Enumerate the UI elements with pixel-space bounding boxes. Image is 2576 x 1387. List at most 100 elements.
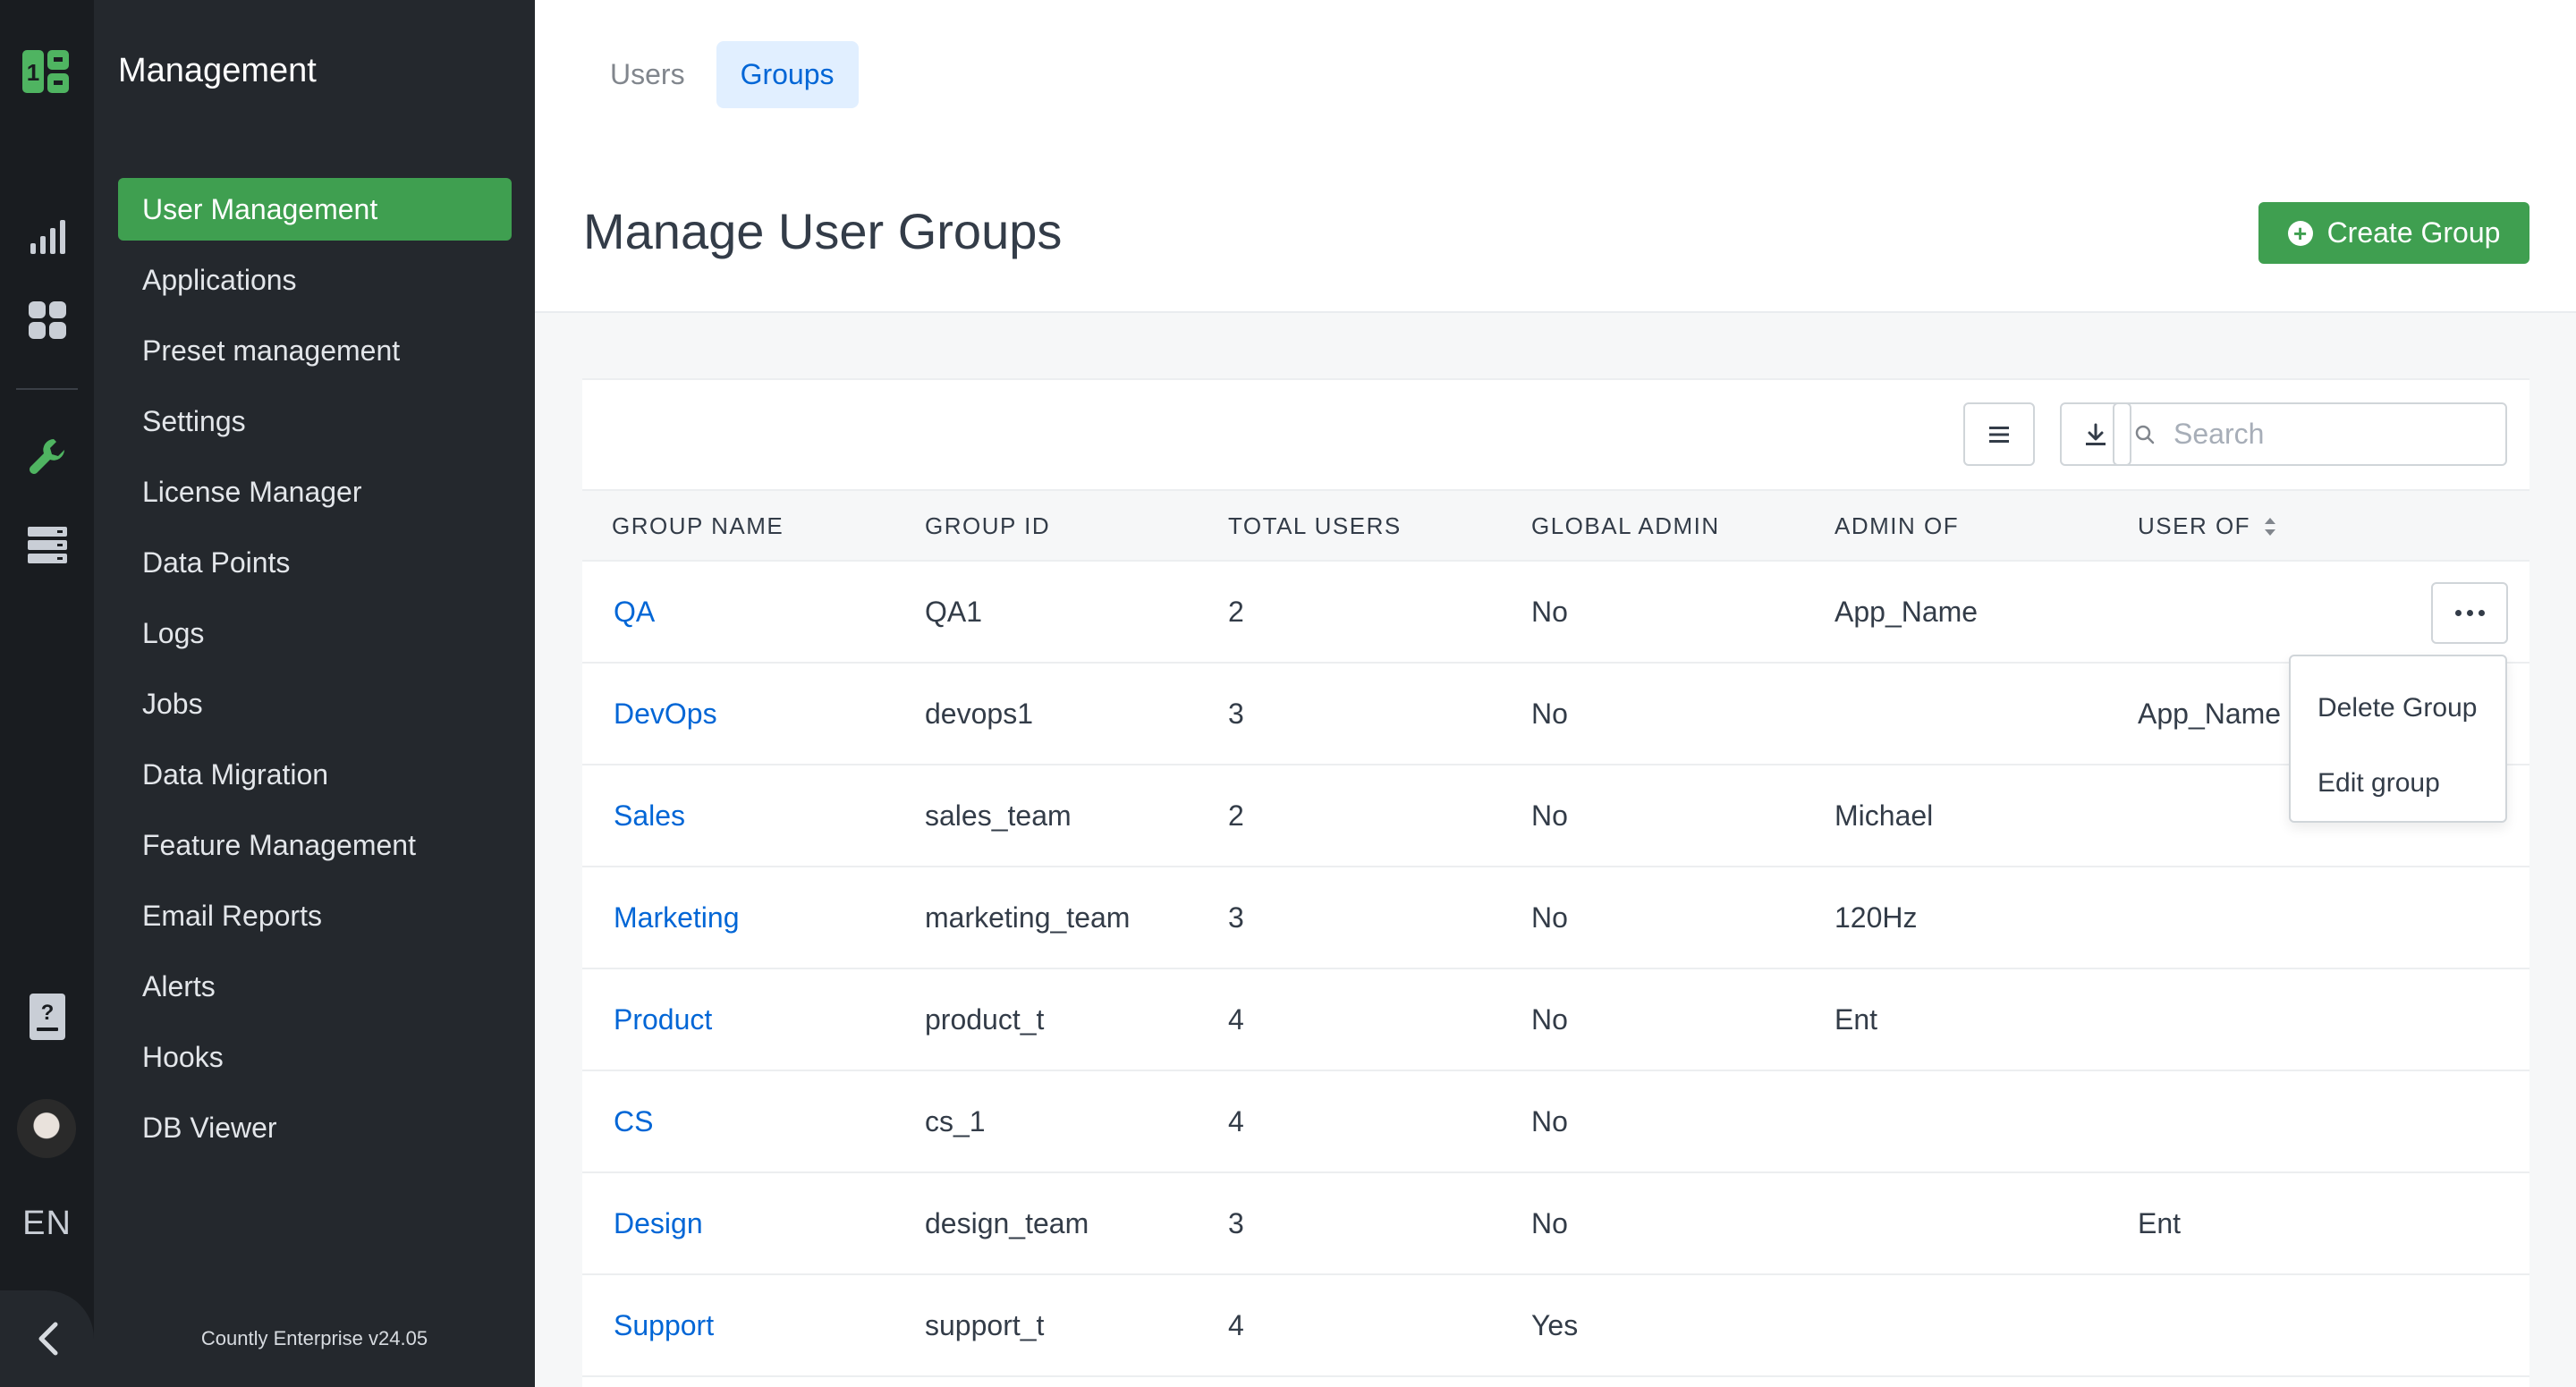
group-id-cell: product_t xyxy=(925,1002,1045,1036)
tab-users[interactable]: Users xyxy=(586,41,709,108)
search-input[interactable] xyxy=(2174,418,2496,451)
sidebar-item-applications[interactable]: Applications xyxy=(118,249,512,311)
page-title: Manage User Groups xyxy=(583,203,1063,259)
dashboards-icon[interactable] xyxy=(27,300,68,341)
sidebar-item-license-manager[interactable]: License Manager xyxy=(118,461,512,523)
plus-circle-icon: + xyxy=(2287,220,2313,246)
wrench-icon[interactable] xyxy=(27,436,68,478)
group-id-cell: devops1 xyxy=(925,697,1033,730)
edit-group-option[interactable]: Edit group xyxy=(2291,746,2505,821)
sidebar-item-logs[interactable]: Logs xyxy=(118,602,512,664)
total-users-cell: 2 xyxy=(1228,595,1244,628)
global-admin-cell: No xyxy=(1531,1104,1568,1138)
table-row: Sales sales_team 2 No Michael xyxy=(582,765,2529,867)
row-actions-button[interactable] xyxy=(2431,582,2508,644)
sidebar-item-user-management[interactable]: User Management xyxy=(118,178,512,241)
admin-of-cell: Michael xyxy=(1835,799,1934,832)
group-name-link[interactable]: Design xyxy=(614,1173,703,1273)
global-admin-cell: No xyxy=(1531,697,1568,730)
more-dot-icon xyxy=(2478,610,2485,616)
column-header-group-id[interactable]: GROUP ID xyxy=(925,491,1050,562)
sidebar-item-data-migration[interactable]: Data Migration xyxy=(118,743,512,806)
group-id-cell: support_t xyxy=(925,1308,1045,1341)
sidebar-item-jobs[interactable]: Jobs xyxy=(118,672,512,735)
global-admin-cell: No xyxy=(1531,595,1568,628)
table-row: Marketing marketing_team 3 No 120Hz xyxy=(582,867,2529,969)
column-header-user-of[interactable]: USER OF xyxy=(2138,491,2277,562)
analytics-icon[interactable] xyxy=(27,216,68,258)
group-name-link[interactable]: Marketing xyxy=(614,867,740,968)
table-row: Product product_t 4 No Ent xyxy=(582,969,2529,1071)
group-id-cell: cs_1 xyxy=(925,1104,986,1138)
help-document-icon[interactable]: ? xyxy=(27,994,68,1040)
group-name-link[interactable]: CS xyxy=(614,1071,653,1171)
collapse-sidebar-button[interactable] xyxy=(0,1290,94,1387)
group-name-link[interactable]: QA xyxy=(614,562,655,662)
more-dot-icon xyxy=(2466,610,2473,616)
search-icon xyxy=(2135,425,2155,444)
sidebar-title: Management xyxy=(118,52,317,89)
global-admin-cell: No xyxy=(1531,1206,1568,1239)
group-name-link[interactable]: Product xyxy=(614,969,712,1070)
hamburger-icon xyxy=(1989,426,2009,443)
total-users-cell: 4 xyxy=(1228,1104,1244,1138)
version-label: Countly Enterprise v24.05 xyxy=(200,1327,428,1349)
table-row: CS cs_1 4 No xyxy=(582,1071,2529,1173)
admin-of-cell: Ent xyxy=(1835,1002,1878,1036)
server-icon[interactable] xyxy=(27,524,68,565)
tab-groups[interactable]: Groups xyxy=(716,41,859,108)
column-menu-button[interactable] xyxy=(1963,402,2035,466)
group-name-link[interactable]: Support xyxy=(614,1275,714,1375)
table-toolbar xyxy=(582,380,2529,489)
column-header-user-of-label: USER OF xyxy=(2138,512,2251,539)
tab-bar: Users Groups xyxy=(586,41,859,108)
table-row: QA QA1 2 No App_Name xyxy=(582,562,2529,664)
sort-icon[interactable] xyxy=(2263,515,2277,538)
sidebar-item-db-viewer[interactable]: DB Viewer xyxy=(118,1096,512,1159)
table-row: Design design_team 3 No Ent xyxy=(582,1173,2529,1275)
group-id-cell: design_team xyxy=(925,1206,1089,1239)
total-users-cell: 4 xyxy=(1228,1002,1244,1036)
table-row: Support support_t 4 Yes xyxy=(582,1275,2529,1377)
column-header-total-users[interactable]: TOTAL USERS xyxy=(1228,491,1402,562)
delete-group-option[interactable]: Delete Group xyxy=(2291,671,2505,746)
user-of-cell: App_Name xyxy=(2138,697,2282,730)
column-header-global-admin[interactable]: GLOBAL ADMIN xyxy=(1531,491,1720,562)
group-name-link[interactable]: Sales xyxy=(614,765,685,866)
icon-rail: 1 ? EN xyxy=(0,0,94,1387)
download-icon xyxy=(2086,423,2106,445)
user-of-cell: Ent xyxy=(2138,1206,2182,1239)
global-admin-cell: No xyxy=(1531,1002,1568,1036)
sidebar-item-feature-management[interactable]: Feature Management xyxy=(118,814,512,876)
table-header: GROUP NAME GROUP ID TOTAL USERS GLOBAL A… xyxy=(582,489,2529,562)
sidebar-item-hooks[interactable]: Hooks xyxy=(118,1026,512,1088)
table-row: DevOps devops1 3 No App_Name xyxy=(582,664,2529,765)
global-admin-cell: No xyxy=(1531,901,1568,934)
create-group-label: Create Group xyxy=(2326,216,2501,249)
column-header-group-name[interactable]: GROUP NAME xyxy=(612,491,784,562)
group-id-cell: marketing_team xyxy=(925,901,1131,934)
row-actions-menu: Delete Group Edit group xyxy=(2289,655,2507,823)
rail-divider xyxy=(16,388,78,390)
column-header-admin-of[interactable]: ADMIN OF xyxy=(1835,491,1959,562)
sidebar-item-data-points[interactable]: Data Points xyxy=(118,531,512,594)
sidebar-item-settings[interactable]: Settings xyxy=(118,390,512,452)
search-box[interactable] xyxy=(2113,402,2507,466)
sidebar-item-alerts[interactable]: Alerts xyxy=(118,955,512,1018)
more-dot-icon xyxy=(2454,610,2462,616)
countly-logo-icon[interactable]: 1 xyxy=(20,45,73,98)
user-avatar[interactable] xyxy=(17,1099,76,1158)
chevron-left-icon xyxy=(38,1322,57,1356)
sidebar-item-preset-management[interactable]: Preset management xyxy=(118,319,512,382)
total-users-cell: 3 xyxy=(1228,697,1244,730)
language-switcher[interactable]: EN xyxy=(0,1205,94,1243)
group-name-link[interactable]: DevOps xyxy=(614,664,717,764)
global-admin-cell: Yes xyxy=(1531,1308,1579,1341)
page-header: Users Groups Manage User Groups + Create… xyxy=(535,0,2576,313)
admin-of-cell: App_Name xyxy=(1835,595,1979,628)
sidebar-item-email-reports[interactable]: Email Reports xyxy=(118,884,512,947)
create-group-button[interactable]: + Create Group xyxy=(2258,202,2529,264)
total-users-cell: 4 xyxy=(1228,1308,1244,1341)
total-users-cell: 3 xyxy=(1228,901,1244,934)
svg-text:1: 1 xyxy=(27,59,39,86)
